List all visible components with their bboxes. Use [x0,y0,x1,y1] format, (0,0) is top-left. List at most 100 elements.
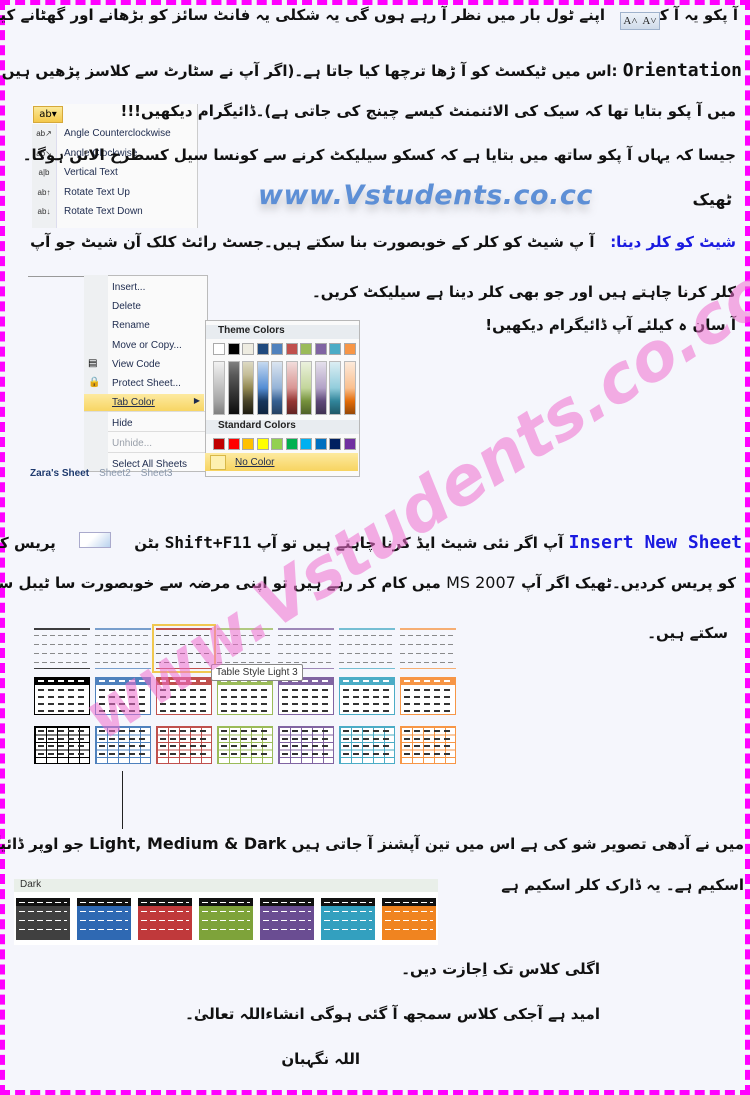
table-style-option[interactable] [339,677,395,715]
tab-color-menu-item[interactable]: Tab Color ▶ [84,394,204,412]
diagram-light-text: جو اوپر ڈائیگرام ہے یہ لائٹ کلر [0,835,84,853]
standard-color-swatch[interactable] [271,438,283,450]
dark-style-option[interactable] [260,898,314,940]
theme-color-swatch[interactable] [242,343,254,355]
theme-color-swatch[interactable] [227,343,240,355]
row-dashes [282,703,330,705]
table-style-option[interactable] [156,726,212,764]
row-dashes [141,911,189,912]
no-color-option[interactable]: No Color [205,453,358,471]
theme-color-swatch[interactable] [300,343,312,355]
ms2007-term: MS 2007 [446,573,516,592]
standard-color-swatch[interactable] [314,438,327,450]
vertical-text-icon: a|b [38,168,50,178]
theme-color-ramp [227,361,240,415]
dark-style-option[interactable] [382,898,436,940]
table-style-option[interactable] [278,726,334,764]
row-dashes [202,902,250,903]
orientation-menu-item[interactable]: ab↗ Angle Counterclockwise [32,124,197,144]
dark-style-option[interactable] [321,898,375,940]
row-dashes [38,745,86,747]
orientation-menu-item[interactable]: a|b Vertical Text [32,163,197,183]
table-style-option[interactable] [400,628,456,669]
table-style-option[interactable] [34,628,90,669]
context-menu-item[interactable]: Insert... [112,282,145,293]
row-dashes [404,696,452,698]
dark-style-option[interactable] [138,898,192,940]
can-line: سکتے ہیں۔ [647,624,728,642]
standard-color-swatch[interactable] [285,438,298,450]
row-dashes [80,911,128,912]
no-color-swatch [210,455,226,470]
table-style-option[interactable] [217,726,273,764]
view-code-icon: ▤ [88,358,98,369]
context-menu-item[interactable]: Delete [112,301,141,312]
rotate-up-icon: ab↑ [37,187,51,197]
orientation-menu-item[interactable]: ab↓ Rotate Text Down [32,202,197,222]
row-dashes [282,737,330,740]
theme-color-swatch[interactable] [314,343,327,355]
row-dashes [221,710,269,712]
intro-icon-text: آ پکو یہ آ کن [646,6,738,24]
theme-color-swatch[interactable] [285,343,298,355]
row-dashes [282,696,330,698]
table-style-option[interactable] [217,677,273,715]
half-picture-text: میں نے آدھی تصویر شو کی ہے اس میں تین آپ… [291,835,744,853]
font-size-description: اپنے ٹول بار میں نظر آ رہے ہوں گی یہ شکل… [0,6,605,24]
theme-color-swatch[interactable] [271,343,283,355]
row-dashes [263,929,311,930]
menu-item-label: Vertical Text [64,167,118,179]
button-word: بٹن [134,534,160,552]
standard-color-swatch[interactable] [242,438,254,450]
table-style-option[interactable] [400,726,456,764]
context-menu-item[interactable]: Hide [112,418,133,429]
insert-sheet-icon [79,532,112,548]
row-dashes [202,920,250,921]
row-dashes [221,752,269,755]
standard-color-swatch[interactable] [343,438,356,450]
table-style-option[interactable] [400,677,456,715]
theme-color-swatch[interactable] [256,343,269,355]
standard-color-swatch[interactable] [256,438,269,450]
table-style-option[interactable] [278,677,334,715]
theme-color-ramp [343,361,356,415]
standard-color-swatch[interactable] [227,438,240,450]
dark-header: Dark [14,879,438,892]
style-options-term: Light, Medium & Dark [89,834,287,853]
row-dashes [263,911,311,912]
sheet-tab[interactable]: Sheet2 [99,468,131,479]
row-dashes [141,902,189,903]
orientation-dropdown-button[interactable]: ab▾ [33,106,63,123]
theme-color-swatch[interactable] [343,343,356,355]
row-dashes [404,737,452,740]
sheet-tab[interactable]: Zara's Sheet [30,468,89,479]
standard-color-swatch[interactable] [213,438,225,450]
theme-color-swatch[interactable] [213,343,225,355]
dark-style-option[interactable] [16,898,70,940]
sheet-tab[interactable]: Sheet3 [141,468,173,479]
context-menu-item[interactable]: Move or Copy... [112,340,182,351]
row-dashes [221,730,269,732]
context-menu-item[interactable]: Protect Sheet... [112,378,181,389]
table-style-option[interactable] [339,726,395,764]
standard-color-swatch[interactable] [300,438,312,450]
menu-item-label: Angle Counterclockwise [64,128,171,140]
table-style-option[interactable] [339,628,395,669]
row-dashes [80,902,128,903]
sheet-color-text: آ پ شیٹ کو کلر کے خوبصورت بنا سکتے ہیں۔ج… [30,233,595,251]
context-menu-item[interactable]: View Code [112,359,160,370]
dark-style-option[interactable] [77,898,131,940]
table-style-option[interactable] [34,726,90,764]
row-dashes [160,752,208,755]
theme-color-swatch[interactable] [329,343,341,355]
orientation-menu-item[interactable]: ab↑ Rotate Text Up [32,183,197,203]
row-dashes [343,703,391,705]
standard-color-swatch[interactable] [329,438,341,450]
options-line: جو اوپر ڈائیگرام ہے یہ لائٹ کلر Light, M… [0,834,744,853]
dark-style-option[interactable] [199,898,253,940]
row-dashes [80,920,128,921]
context-menu-item[interactable]: Rename [112,320,150,331]
theme-color-ramp [242,361,254,415]
row-dashes [19,902,67,903]
orientation-term: Orientation [622,60,742,81]
